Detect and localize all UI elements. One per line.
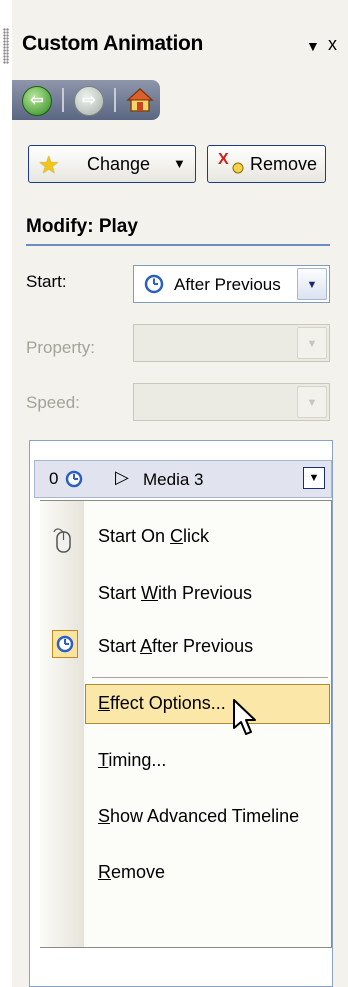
menu-item-accelerator: W: [141, 583, 159, 603]
menu-item-label: Start: [98, 583, 142, 603]
menu-item-label: ffect Options...: [110, 693, 226, 713]
speed-dropdown: ▼: [133, 383, 330, 421]
chevron-down-icon[interactable]: ▼: [297, 268, 327, 300]
menu-separator: [92, 677, 328, 678]
property-label: Property:: [26, 338, 95, 357]
chevron-down-icon: ▼: [173, 156, 186, 171]
nav-separator: [114, 88, 116, 112]
change-button-label: Change: [87, 154, 151, 174]
menu-item-show-advanced-timeline[interactable]: Show Advanced Timeline: [98, 806, 299, 827]
menu-item-accelerator: A: [140, 636, 153, 656]
mouse-click-icon: [53, 528, 71, 553]
nav-separator: [62, 88, 64, 112]
pane-nav-bar: ⇦ ⇨: [12, 80, 160, 120]
menu-item-accelerator: C: [170, 526, 184, 546]
start-dropdown-value: After Previous: [174, 275, 281, 294]
menu-item-start-with-previous[interactable]: Start With Previous: [98, 583, 252, 604]
effect-item-name: Media 3: [143, 470, 204, 489]
menu-item-label: emove: [111, 862, 166, 882]
remove-effect-button[interactable]: X Remove: [207, 145, 326, 183]
modify-section-title: Modify: Play: [26, 216, 138, 237]
remove-x-icon: X: [218, 151, 244, 174]
add-effect-star-icon: ★: [38, 152, 60, 179]
back-arrow-icon[interactable]: ⇦: [22, 86, 52, 116]
play-icon: ▷: [115, 467, 129, 487]
menu-item-accelerator: R: [98, 862, 111, 882]
speed-label: Speed:: [26, 393, 80, 412]
clock-icon: [65, 470, 83, 488]
menu-item-accelerator: T: [98, 750, 109, 770]
menu-item-accelerator: E: [98, 693, 111, 713]
start-dropdown[interactable]: After Previous ▼: [133, 265, 330, 303]
pane-close-icon[interactable]: x: [328, 34, 337, 55]
menu-item-label: Start: [98, 636, 141, 656]
menu-item-label: iming...: [108, 750, 167, 770]
menu-item-label: how Advanced Timeline: [110, 806, 300, 826]
mouse-cursor-icon: [233, 699, 256, 735]
start-label: Start:: [26, 272, 67, 291]
pane-drag-grip[interactable]: [3, 28, 9, 64]
menu-item-label: lick: [183, 526, 210, 546]
effect-list-item[interactable]: 0 ▷ Media 3 ▼: [34, 460, 332, 498]
change-effect-button[interactable]: ★ Change ▼: [28, 145, 196, 183]
home-icon[interactable]: [126, 87, 154, 113]
menu-item-label: ith Previous: [158, 583, 253, 603]
menu-item-remove[interactable]: Remove: [98, 862, 165, 883]
menu-item-accelerator: S: [98, 806, 111, 826]
menu-icon-gutter: [40, 501, 84, 947]
pane-menu-dropdown-icon[interactable]: ▼: [306, 38, 320, 54]
remove-button-label: Remove: [250, 154, 318, 174]
property-dropdown: ▼: [133, 324, 330, 362]
menu-item-start-on-click[interactable]: Start On Click: [98, 526, 209, 547]
checked-clock-icon: [52, 630, 78, 658]
section-divider: [26, 244, 330, 246]
pane-title: Custom Animation: [22, 32, 204, 55]
clock-icon: [144, 274, 164, 294]
menu-item-label: fter Previous: [152, 636, 254, 656]
menu-item-timing[interactable]: Timing...: [98, 750, 166, 771]
menu-item-start-after-previous[interactable]: Start After Previous: [98, 636, 253, 657]
chevron-down-icon: ▼: [297, 327, 327, 359]
menu-item-effect-options[interactable]: Effect Options...: [98, 693, 226, 714]
chevron-down-icon: ▼: [297, 386, 327, 418]
forward-arrow-icon[interactable]: ⇨: [74, 86, 104, 116]
effect-order-number: 0: [49, 469, 59, 488]
chevron-down-icon[interactable]: ▼: [303, 467, 325, 489]
svg-text:X: X: [218, 151, 229, 168]
pane-titlebar: Custom Animation ▼ x: [12, 20, 337, 70]
menu-item-label: Start On: [98, 526, 171, 546]
